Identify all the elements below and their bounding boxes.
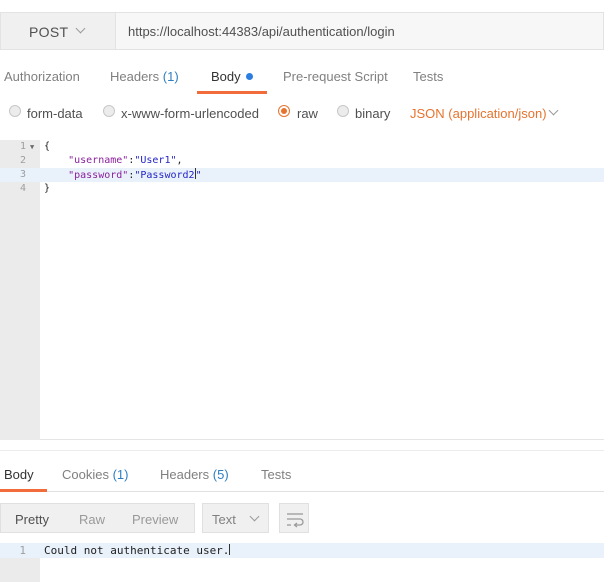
cookies-count-badge: (1)	[112, 467, 129, 482]
active-tab-indicator	[197, 91, 267, 94]
wrap-lines-icon	[287, 513, 304, 528]
tab-authorization[interactable]: Authorization	[4, 69, 80, 84]
json-value: "User1"	[134, 155, 177, 166]
code-text: "username":"User1",	[44, 154, 183, 168]
form-data-label[interactable]: form-data	[27, 106, 83, 121]
code-line: 2 "username":"User1",	[0, 154, 604, 168]
request-tabs: Authorization Headers (1) Body Pre-reque…	[0, 62, 604, 94]
raw-label[interactable]: raw	[297, 106, 318, 121]
response-text: Could not authenticate user.	[44, 543, 231, 558]
method-select[interactable]: POST	[0, 12, 115, 50]
radio-urlencoded[interactable]	[103, 105, 115, 117]
chevron-down-icon	[75, 23, 86, 34]
response-line: 1 Could not authenticate user.	[0, 543, 604, 558]
response-headers-count-badge: (5)	[212, 467, 229, 482]
chevron-down-icon[interactable]	[548, 105, 559, 116]
binary-label[interactable]: binary	[355, 106, 390, 121]
body-type-options: form-data x-www-form-urlencoded raw bina…	[0, 96, 604, 132]
headers-count-badge: (1)	[162, 69, 179, 84]
code-text: {	[44, 141, 51, 152]
format-label: Text	[212, 512, 236, 527]
fold-arrow-icon[interactable]: ▼	[30, 140, 34, 154]
tab-headers[interactable]: Headers (1)	[110, 69, 179, 84]
tab-tests[interactable]: Tests	[413, 69, 443, 84]
view-raw-button[interactable]: Raw	[79, 512, 105, 527]
view-preview-button[interactable]: Preview	[132, 512, 178, 527]
json-key: "password"	[68, 170, 129, 181]
view-mode-segmented-control: Pretty Raw Preview	[0, 503, 195, 533]
code-line: 1 ▼ {	[0, 140, 604, 154]
line-number: 1	[19, 544, 26, 557]
active-response-tab-indicator	[0, 489, 47, 492]
chevron-down-icon	[249, 511, 260, 522]
tab-cookies[interactable]: Cookies (1)	[62, 467, 128, 482]
tab-body-label: Body	[211, 69, 241, 84]
response-message: Could not authenticate user.	[44, 544, 230, 557]
line-number: 2	[19, 155, 26, 166]
radio-binary[interactable]	[337, 105, 349, 117]
request-body-editor[interactable]: 1 ▼ { 2 "username":"User1", 3 "password"…	[0, 140, 604, 440]
tab-response-body[interactable]: Body	[4, 467, 34, 482]
content-type-select[interactable]: JSON (application/json)	[410, 106, 547, 121]
tab-prerequest-script[interactable]: Pre-request Script	[283, 69, 388, 84]
response-view-controls: Pretty Raw Preview Text	[0, 503, 604, 534]
dot-icon	[245, 73, 253, 80]
code-line-active: 3 "password":"Password2"	[0, 168, 604, 182]
url-text: https://localhost:44383/api/authenticati…	[128, 24, 395, 39]
method-label: POST	[29, 24, 69, 40]
code-line: 4 }	[0, 182, 604, 196]
response-tabs: Body Cookies (1) Headers (5) Tests	[0, 460, 604, 492]
line-number: 3	[19, 169, 26, 180]
json-key: "username"	[68, 155, 129, 166]
tab-headers-label: Headers	[110, 69, 160, 84]
json-value: "Password2	[134, 170, 195, 181]
json-value-end: "	[195, 170, 202, 181]
url-input[interactable]: https://localhost:44383/api/authenticati…	[115, 12, 604, 50]
tab-test-results[interactable]: Tests	[261, 467, 291, 482]
code-text: "password":"Password2"	[44, 168, 202, 183]
response-divider	[0, 450, 604, 451]
view-pretty-button[interactable]: Pretty	[15, 512, 49, 527]
tab-cookies-label: Cookies	[62, 467, 109, 482]
wrap-lines-button[interactable]	[279, 503, 309, 533]
request-url-bar: POST https://localhost:44383/api/authent…	[0, 0, 604, 62]
urlencoded-label[interactable]: x-www-form-urlencoded	[121, 106, 259, 121]
radio-raw[interactable]	[278, 105, 290, 117]
text-cursor	[229, 544, 231, 555]
json-comma: ,	[176, 155, 183, 166]
radio-form-data[interactable]	[9, 105, 21, 117]
tab-body[interactable]: Body	[211, 69, 253, 84]
response-format-select[interactable]: Text	[202, 503, 269, 533]
tab-response-headers[interactable]: Headers (5)	[160, 467, 229, 482]
line-number: 4	[19, 183, 26, 194]
response-body-viewer[interactable]: 1 Could not authenticate user.	[0, 543, 604, 582]
tab-response-headers-label: Headers	[160, 467, 210, 482]
code-text: }	[44, 183, 51, 194]
line-number: 1	[19, 141, 26, 152]
